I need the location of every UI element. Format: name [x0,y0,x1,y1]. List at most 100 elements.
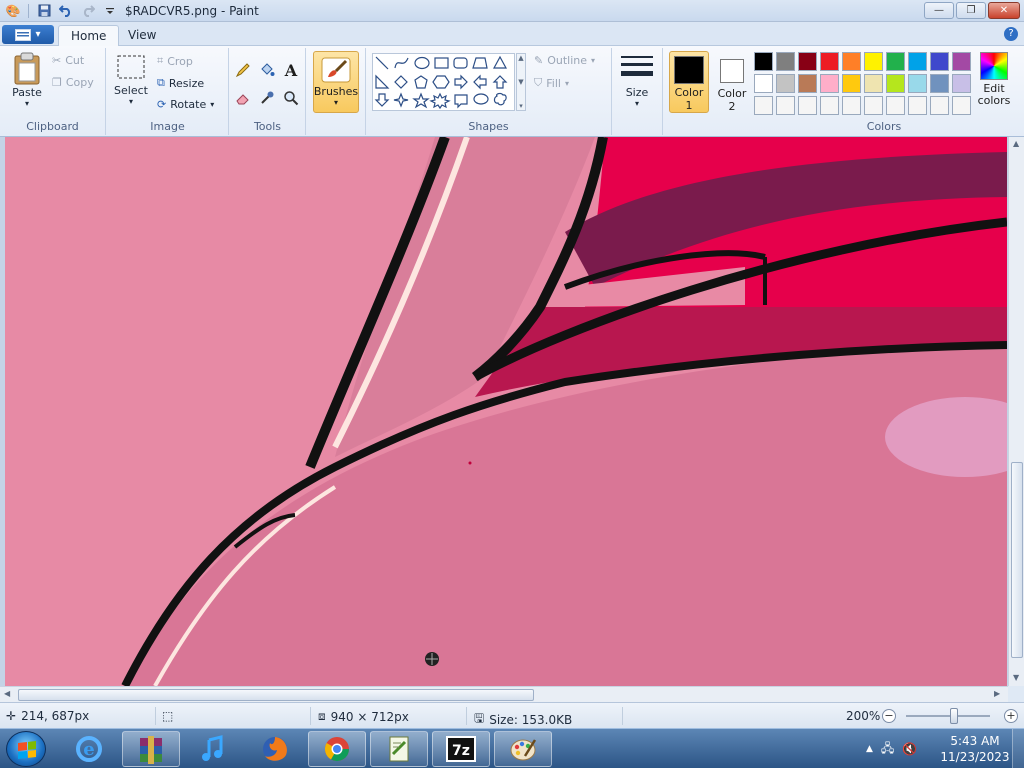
palette-swatch[interactable] [952,52,971,71]
copy-icon: ❐ [52,76,62,89]
gallery-expand-icon[interactable]: ▾ [519,102,523,110]
itunes-taskbar-icon[interactable] [184,731,242,767]
text-tool-icon[interactable]: A [281,60,301,80]
palette-swatch[interactable] [864,52,883,71]
brushes-button[interactable]: Brushes ▾ [313,51,359,113]
palette-swatch[interactable] [820,96,839,115]
notepad-taskbar-icon[interactable] [370,731,428,767]
save-icon[interactable] [35,2,53,20]
show-hidden-icons-icon[interactable]: ▲ [866,744,873,754]
zoom-slider-track[interactable] [906,715,990,717]
copy-button[interactable]: ❐ Copy [52,76,94,89]
palette-swatch[interactable] [754,74,773,93]
palette-swatch[interactable] [798,52,817,71]
selection-icon: ⬚ [162,709,174,723]
scroll-right-icon[interactable]: ▶ [994,689,1000,698]
zoom-in-button[interactable]: + [1004,709,1018,723]
palette-swatch[interactable] [908,52,927,71]
edit-colors-button[interactable]: Edit colors [976,52,1012,107]
tab-view[interactable]: View [116,25,168,46]
rotate-button[interactable]: ⟳ Rotate ▾ [157,98,214,111]
customize-qat-icon[interactable] [101,2,119,20]
resize-button[interactable]: ⧉ Resize [157,76,204,90]
paint-app-icon[interactable]: 🎨 [4,2,22,20]
palette-swatch[interactable] [842,96,861,115]
palette-swatch[interactable] [820,74,839,93]
palette-swatch[interactable] [886,96,905,115]
vertical-scrollbar[interactable]: ▲ ▼ [1008,137,1024,686]
palette-swatch[interactable] [842,52,861,71]
palette-swatch[interactable] [776,52,795,71]
window-controls: — ❐ ✕ [924,2,1020,19]
scroll-up-icon[interactable]: ▲ [1013,139,1019,148]
palette-swatch[interactable] [754,96,773,115]
horizontal-scroll-thumb[interactable] [18,689,534,701]
select-button[interactable]: Select ▾ [113,54,149,106]
firefox-taskbar-icon[interactable] [246,731,304,767]
palette-swatch[interactable] [930,96,949,115]
scroll-down-icon[interactable]: ▼ [518,78,523,86]
palette-swatch[interactable] [886,52,905,71]
maximize-button[interactable]: ❐ [956,2,986,19]
help-icon[interactable]: ? [1004,27,1018,41]
palette-swatch[interactable] [864,74,883,93]
outline-button[interactable]: ✎ Outline ▾ [534,54,595,67]
magnifier-icon[interactable] [281,88,301,108]
cut-button[interactable]: ✂ Cut [52,54,84,67]
palette-swatch[interactable] [776,96,795,115]
scroll-up-icon[interactable]: ▲ [518,54,523,62]
zoom-out-button[interactable]: − [882,709,896,723]
network-icon[interactable]: 🖧 [881,739,894,760]
palette-swatch[interactable] [886,74,905,93]
paste-button[interactable]: Paste ▾ [8,52,46,108]
title-bar: 🎨 $RADCVR5.png - Paint — ❐ ✕ [0,0,1024,22]
right-triangle-shape-icon [375,74,390,89]
palette-swatch[interactable] [908,74,927,93]
palette-swatch[interactable] [842,74,861,93]
drawing-canvas[interactable] [5,137,1007,686]
paint-taskbar-icon[interactable] [494,731,552,767]
fill-button[interactable]: ⛉ Fill ▾ [534,76,569,90]
color2-button[interactable]: Color 2 [712,51,752,113]
shapes-gallery-scroll[interactable]: ▲ ▼ ▾ [516,53,526,111]
redo-icon[interactable] [79,2,97,20]
horizontal-scrollbar[interactable]: ◀ ▶ [0,686,1008,702]
internet-explorer-taskbar-icon[interactable]: e [60,731,118,767]
vertical-scroll-thumb[interactable] [1011,462,1023,658]
palette-swatch[interactable] [754,52,773,71]
crop-button[interactable]: ⌗ Crop [157,54,193,68]
palette-swatch[interactable] [908,96,927,115]
palette-swatch[interactable] [930,74,949,93]
taskbar-clock[interactable]: 5:43 AM 11/23/2023 [940,733,1010,765]
fill-bucket-icon[interactable] [257,60,277,80]
zoom-slider-thumb[interactable] [950,708,958,724]
palette-swatch[interactable] [820,52,839,71]
eraser-icon[interactable] [233,88,253,108]
chrome-taskbar-icon[interactable] [308,731,366,767]
zoom-level-text: 200% [846,709,881,723]
7zip-taskbar-icon[interactable]: 7z [432,731,490,767]
chevron-down-icon: ▾ [634,99,639,108]
minimize-button[interactable]: — [924,2,954,19]
show-desktop-button[interactable] [1012,729,1024,768]
palette-swatch[interactable] [952,96,971,115]
scroll-left-icon[interactable]: ◀ [4,689,10,698]
color-picker-icon[interactable] [257,88,277,108]
paint-menu-button[interactable]: ▾ [2,25,54,44]
palette-swatch[interactable] [930,52,949,71]
winrar-taskbar-icon[interactable] [122,731,180,767]
tab-home[interactable]: Home [58,25,120,46]
close-button[interactable]: ✕ [988,2,1020,19]
volume-muted-icon[interactable]: 🔇 [902,742,917,756]
undo-icon[interactable] [57,2,75,20]
scroll-down-icon[interactable]: ▼ [1013,673,1019,682]
color1-button[interactable]: Color 1 [669,51,709,113]
palette-swatch[interactable] [776,74,795,93]
start-button[interactable] [6,731,46,767]
palette-swatch[interactable] [864,96,883,115]
palette-swatch[interactable] [798,74,817,93]
palette-swatch[interactable] [798,96,817,115]
size-button[interactable]: Size ▾ [619,54,655,108]
palette-swatch[interactable] [952,74,971,93]
pencil-icon[interactable] [233,60,253,80]
